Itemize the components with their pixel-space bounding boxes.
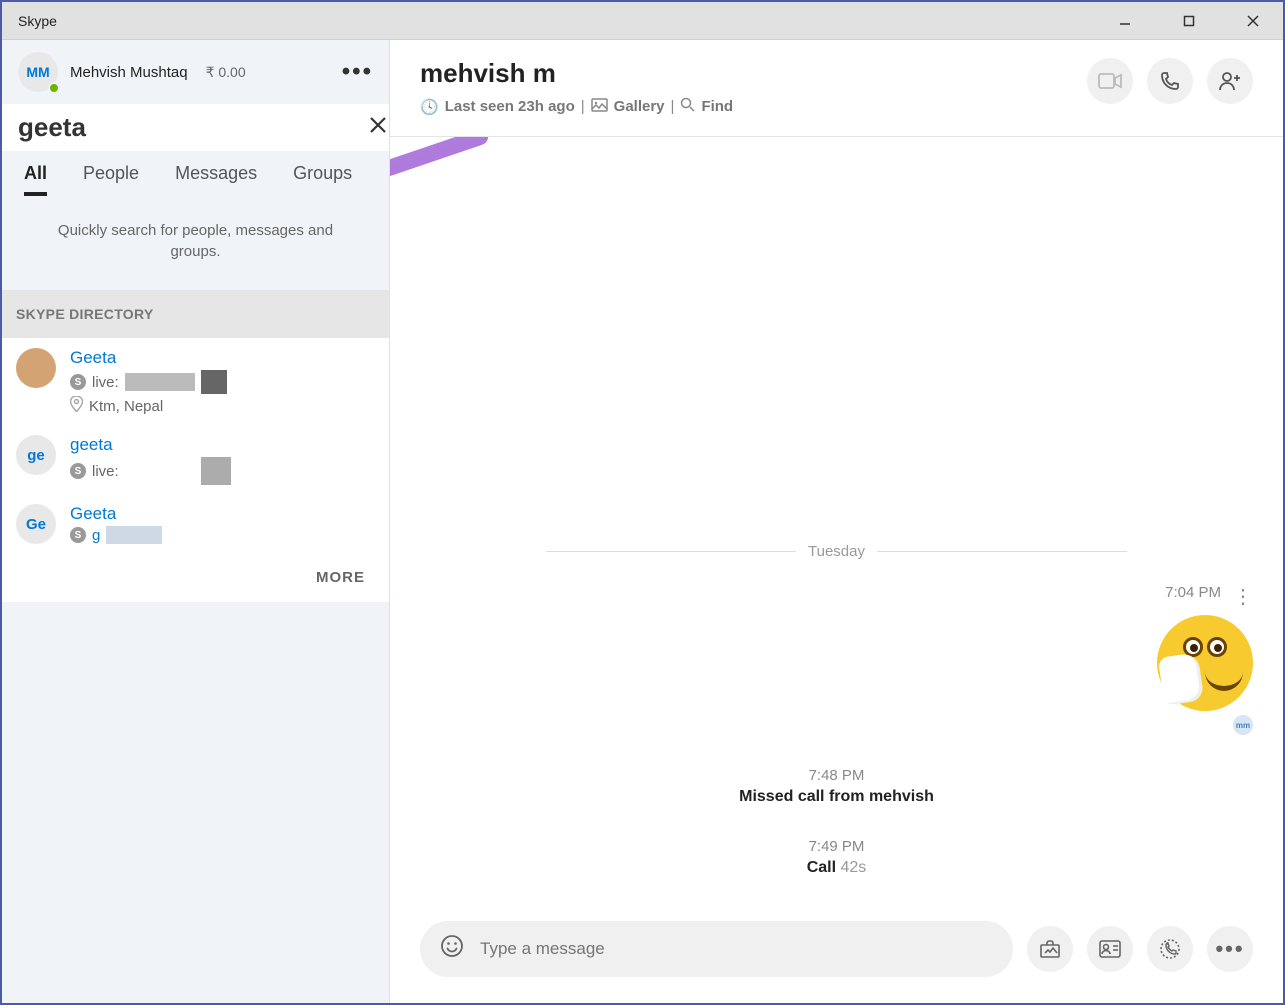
chat-subheader: 🕓 Last seen 23h ago | Gallery | Find [420, 97, 733, 116]
result-name: Geeta [70, 504, 375, 524]
add-contact-button[interactable] [1207, 58, 1253, 104]
sidebar-empty [2, 602, 389, 1003]
call-time: 7:48 PM [420, 767, 1253, 784]
tab-all[interactable]: All [24, 163, 47, 196]
more-options-button[interactable]: ••• [1207, 926, 1253, 972]
result-name: geeta [70, 435, 375, 455]
location-pin-icon [70, 396, 83, 416]
search-bar [2, 104, 389, 151]
find-link[interactable]: Find [701, 98, 733, 115]
missed-call-text: Missed call from mehvish [420, 788, 1253, 806]
credit-balance[interactable]: ₹ 0.00 [206, 64, 246, 81]
result-name: Geeta [70, 348, 375, 368]
redacted-text [125, 373, 195, 391]
wave-emoji [1157, 615, 1253, 711]
redacted-text [201, 457, 231, 485]
call-text: Call 42s [420, 859, 1253, 877]
date-divider: Tuesday [420, 543, 1253, 560]
chat-header: mehvish m 🕓 Last seen 23h ago | Gallery … [390, 40, 1283, 124]
profile-name: Mehvish Mushtaq [70, 64, 188, 81]
read-receipt-avatar: mm [1233, 715, 1253, 735]
redacted-text [201, 370, 227, 394]
result-skype-id: S live: [70, 457, 375, 485]
audio-call-button[interactable] [1147, 58, 1193, 104]
skype-icon: S [70, 463, 86, 479]
contact-card-button[interactable] [1087, 926, 1133, 972]
avatar-initials: MM [26, 64, 49, 80]
attach-file-button[interactable] [1027, 926, 1073, 972]
composer: ••• [390, 905, 1283, 1003]
message-input[interactable] [480, 939, 993, 959]
search-hint: Quickly search for people, messages and … [2, 196, 389, 290]
titlebar: Skype [2, 2, 1283, 40]
directory-header: SKYPE DIRECTORY [2, 290, 389, 338]
redacted-text [106, 526, 162, 544]
tab-messages[interactable]: Messages [175, 163, 257, 196]
missed-call-block: 7:48 PM Missed call from mehvish [420, 767, 1253, 806]
contact-name[interactable]: mehvish m [420, 58, 733, 89]
profile-row[interactable]: MM Mehvish Mushtaq ₹ 0.00 ••• [2, 40, 389, 104]
search-result[interactable]: Ge Geeta S g [2, 494, 389, 553]
result-avatar [16, 348, 56, 388]
annotation-arrow [390, 137, 500, 267]
more-results-button[interactable]: MORE [2, 553, 389, 602]
result-skype-id: S live: [70, 370, 375, 394]
message-time: 7:04 PM [1165, 584, 1221, 601]
sidebar: MM Mehvish Mushtaq ₹ 0.00 ••• All People… [2, 40, 390, 1003]
clock-icon: 🕓 [420, 98, 439, 116]
window-controls [1105, 6, 1273, 36]
skype-icon: S [70, 374, 86, 390]
more-menu-button[interactable]: ••• [342, 58, 373, 86]
app-title: Skype [12, 13, 1105, 29]
messages-area: Tuesday 7:04 PM ⋮ mm 7:4 [390, 137, 1283, 905]
emoji-picker-button[interactable] [440, 934, 464, 964]
search-result[interactable]: ge geeta S live: [2, 425, 389, 494]
search-input[interactable] [18, 112, 368, 143]
minimize-button[interactable] [1105, 6, 1145, 36]
maximize-button[interactable] [1169, 6, 1209, 36]
schedule-call-button[interactable] [1147, 926, 1193, 972]
last-seen: Last seen 23h ago [445, 98, 575, 115]
gallery-icon [591, 98, 608, 116]
message-more-button[interactable]: ⋮ [1233, 584, 1253, 609]
gallery-link[interactable]: Gallery [614, 98, 665, 115]
profile-avatar[interactable]: MM [18, 52, 58, 92]
call-time: 7:49 PM [420, 838, 1253, 855]
result-skype-id: S g [70, 526, 375, 544]
date-label: Tuesday [808, 543, 865, 560]
call-block: 7:49 PM Call 42s [420, 838, 1253, 877]
tab-people[interactable]: People [83, 163, 139, 196]
compose-box[interactable] [420, 921, 1013, 977]
close-button[interactable] [1233, 6, 1273, 36]
result-location: Ktm, Nepal [70, 396, 375, 416]
clear-search-button[interactable] [368, 114, 388, 142]
find-icon [680, 97, 695, 116]
presence-icon [48, 82, 60, 94]
search-result[interactable]: Geeta S live: Ktm, Nepal [2, 338, 389, 425]
chat-panel: mehvish m 🕓 Last seen 23h ago | Gallery … [390, 40, 1283, 1003]
skype-icon: S [70, 527, 86, 543]
video-call-button[interactable] [1087, 58, 1133, 104]
result-avatar: ge [16, 435, 56, 475]
search-tabs: All People Messages Groups [2, 151, 389, 196]
result-avatar: Ge [16, 504, 56, 544]
tab-groups[interactable]: Groups [293, 163, 352, 196]
